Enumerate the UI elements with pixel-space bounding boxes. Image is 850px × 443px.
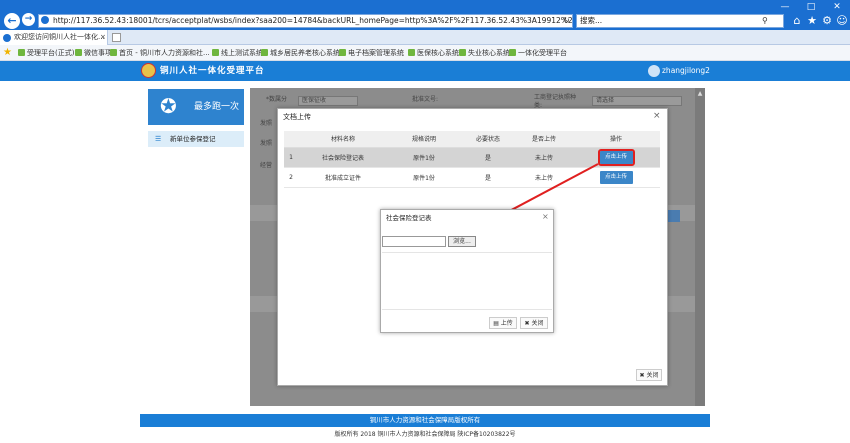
footer-bar: 铜川市人力资源和社会保障局版权所有 [140, 414, 710, 427]
upload-button[interactable]: ▤ 上传 [489, 317, 517, 329]
browse-button[interactable]: 浏览... [448, 236, 476, 247]
file-path-input[interactable] [382, 236, 446, 247]
save-icon: ▤ [493, 320, 501, 327]
file-list-area [382, 252, 552, 310]
close-label: 关闭 [531, 320, 544, 327]
close-icon[interactable]: × [542, 212, 549, 222]
sheet-close-button[interactable]: ✖ 关闭 [520, 317, 548, 329]
footer-copyright: 版权所有 2018 铜川市人力资源和社会保障局 陕ICP备10203822号 [334, 431, 516, 438]
sheet-dialog-title: 社会保险登记表 [386, 214, 432, 222]
upload-label: 上传 [500, 320, 513, 327]
